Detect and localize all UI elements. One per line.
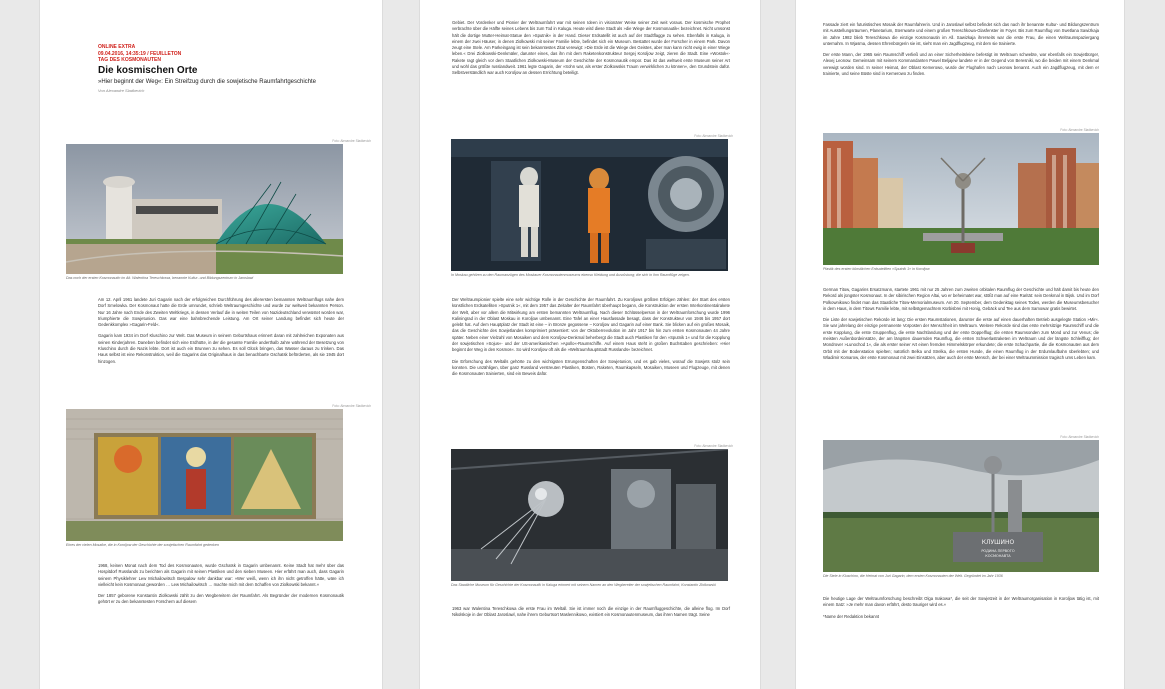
photo-credit: Foto: Alexandre Sladkevich [694,444,733,448]
paragraph: Die Erforschung des Weltalls gehörte zu … [452,358,730,377]
paragraph: 1968, keinen Monat nach dem Tod des Kosm… [98,563,344,587]
paragraph: Der 1857 geborene Konstantin Ziolkowski … [98,593,344,605]
photo-block-1: Foto: Alexandre Sladkevich Das noch der … [66,139,371,281]
article-title: Die kosmischen Orte [98,64,198,76]
paragraph: Gagarin kam 1934 im Dorf Kluschino zur W… [98,333,344,364]
page-2-body-2: Der Weltraumpionier spielte eine sehr wi… [452,297,730,383]
paragraph: German Titow, Gagarins Ersatzmann, start… [823,287,1099,311]
photo-mosaic [66,409,371,541]
photo-caption: Die Stele in Kluschino, die Heimat von J… [823,574,1003,578]
photo-credit: Foto: Alexandre Sladkevich [1060,128,1099,132]
photo-caption: Plastik des ersten künstlichen Erdsatell… [823,267,930,271]
paragraph: Am 12. April 1961 landete Juri Gagarin n… [98,297,344,328]
svg-text:КОСМОНАВТА: КОСМОНАВТА [985,554,1011,558]
page-2-body-3: 1963 war Walentina Tereschkowa die erste… [452,606,730,624]
photo-block-3: Foto: Alexandre Sladkevich In Moskau geh… [451,134,733,278]
page-3-body-2: German Titow, Gagarins Ersatzmann, start… [823,287,1099,366]
page-3: Fassade ziert ein futuristisches Mosaik … [796,0,1124,689]
photo-sputnik-monument [823,133,1099,265]
photo-credit: Foto: Alexandre Sladkevich [332,139,371,143]
article-lead: »Hier beginnt der Weg«: Ein Streifzug du… [98,78,317,85]
paragraph: 1963 war Walentina Tereschkowa die erste… [452,606,730,618]
photo-credit: Foto: Alexandre Sladkevich [1060,435,1099,439]
photo-credit: Foto: Alexandre Sladkevich [332,404,371,408]
photo-credit: Foto: Alexandre Sladkevich [694,134,733,138]
paragraph: Der erste Mann, der 1965 sein Raumschiff… [823,52,1099,77]
photo-block-2: Foto: Alexandre Sladkevich Eines der vie… [66,404,371,548]
photo-caption: Eines der vielen Mosaike, die in Koroljo… [66,543,219,547]
page-1-header: ONLINE EXTRA 09.04.2016, 14:35:19 / FEUI… [98,44,344,93]
paragraph: Die heutige Lage der Weltraumforschung b… [823,596,1099,608]
photo-block-6: Foto: Alexandre Sladkevich КЛУШИНО РОДИН… [823,435,1099,579]
svg-text:РОДИНА ПЕРВОГО: РОДИНА ПЕРВОГО [981,549,1015,553]
page-2: Gebiet. Der Vordenker und Pionier der We… [420,0,760,689]
photo-block-4: Foto: Alexandre Sladkevich Das Staatlich… [451,444,733,588]
photo-caption: Das Staatliche Museum für Geschichte der… [451,583,716,587]
page-3-body-1: Fassade ziert ein futuristisches Mosaik … [823,22,1099,82]
paragraph: Die Liste der sowjetischen Rekorde ist l… [823,317,1099,360]
photo-kluschino-stele: КЛУШИНО РОДИНА ПЕРВОГО КОСМОНАВТА [823,440,1099,572]
photo-sputnik-museum [451,449,733,581]
svg-text:КЛУШИНО: КЛУШИНО [982,539,1015,546]
article-author: Von Alexandre Sladkevich [98,88,145,93]
photo-cultural-center [66,144,371,274]
page-1: ONLINE EXTRA 09.04.2016, 14:35:19 / FEUI… [40,0,382,689]
photo-block-5: Foto: Alexandre Sladkevich Plastik des e… [823,128,1099,272]
paragraph: Gebiet. Der Vordenker und Pionier der We… [452,20,730,76]
page-1-body-2: 1968, keinen Monat nach dem Tod des Kosm… [98,563,344,611]
page-2-body-1: Gebiet. Der Vordenker und Pionier der We… [452,20,730,82]
page-1-body: Am 12. April 1961 landete Juri Gagarin n… [98,297,344,370]
photo-caption: In Moskau gehören zu den Raumanzügen des… [451,273,690,277]
paragraph: Fassade ziert ein futuristisches Mosaik … [823,22,1099,46]
paragraph: Der Weltraumpionier spielte eine sehr wi… [452,297,730,353]
page-3-body-3: Die heutige Lage der Weltraumforschung b… [823,596,1099,625]
footnote: *Name der Redaktion bekannt [823,613,880,619]
photo-caption: Das noch der ersten Kosmonautin im Alt. … [66,276,254,280]
topic-tag: TAG DES KOSMONAUTEN [98,57,161,63]
photo-spacesuits [451,139,733,271]
